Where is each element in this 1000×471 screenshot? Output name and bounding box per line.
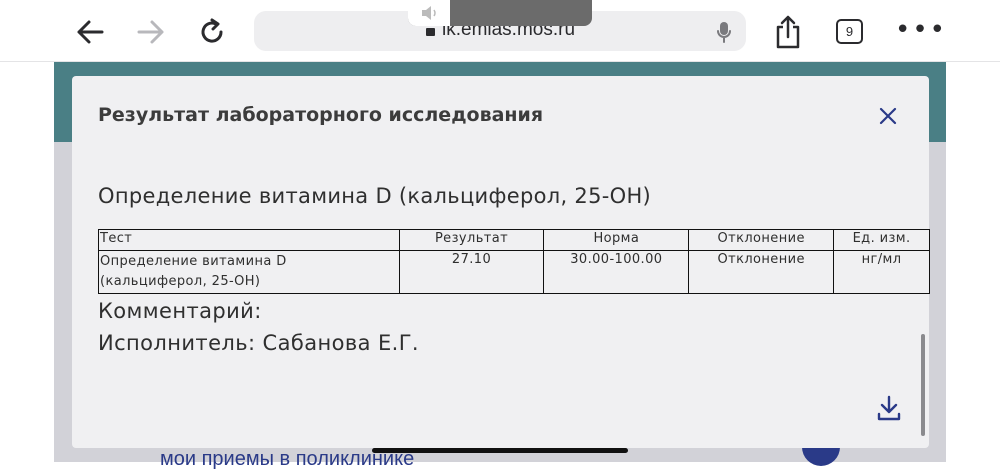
modal-title: Результат лабораторного исследования [98, 104, 544, 126]
cell-deviation: Отклонение [688, 250, 835, 294]
table-header-row: Тест Результат Норма Отклонение Ед. изм. [98, 229, 930, 251]
forward-arrow-icon [137, 20, 164, 44]
share-icon [776, 15, 800, 49]
reload-button[interactable] [192, 12, 232, 52]
cell-result: 27.10 [398, 250, 545, 294]
lab-result-modal: Результат лабораторного исследования Опр… [72, 76, 930, 448]
media-notch [408, 0, 592, 26]
more-icon[interactable]: ••• [895, 17, 947, 43]
cell-test: Определение витамина D (кальциферол, 25-… [98, 250, 400, 294]
header-norm: Норма [543, 229, 690, 251]
share-button[interactable] [768, 12, 808, 52]
test-name-heading: Определение витамина D (кальциферол, 25-… [98, 184, 652, 208]
browser-toolbar: lk.emias.mos.ru 9 ••• [0, 0, 1000, 62]
download-icon[interactable] [876, 394, 902, 422]
scrollbar[interactable] [921, 334, 925, 436]
microphone-icon[interactable] [716, 21, 732, 43]
results-table: Тест Результат Норма Отклонение Ед. изм.… [98, 229, 930, 294]
table-row: Определение витамина D (кальциферол, 25-… [98, 250, 930, 294]
back-arrow-icon [77, 20, 104, 44]
close-icon[interactable] [877, 105, 899, 127]
tabs-button[interactable]: 9 [836, 19, 863, 44]
home-indicator[interactable] [372, 448, 628, 453]
reload-icon [201, 18, 223, 43]
speaker-icon [422, 6, 436, 20]
comment-label: Комментарий: [98, 299, 262, 323]
cell-norm: 30.00-100.00 [543, 250, 690, 294]
forward-button[interactable] [131, 12, 171, 52]
back-button[interactable] [70, 12, 110, 52]
cell-unit: нг/мл [833, 250, 930, 294]
header-unit: Ед. изм. [833, 229, 930, 251]
header-test: Тест [98, 229, 400, 251]
header-deviation: Отклонение [688, 229, 835, 251]
header-result: Результат [398, 229, 545, 251]
executor-label: Исполнитель: Сабанова Е.Г. [98, 331, 420, 355]
